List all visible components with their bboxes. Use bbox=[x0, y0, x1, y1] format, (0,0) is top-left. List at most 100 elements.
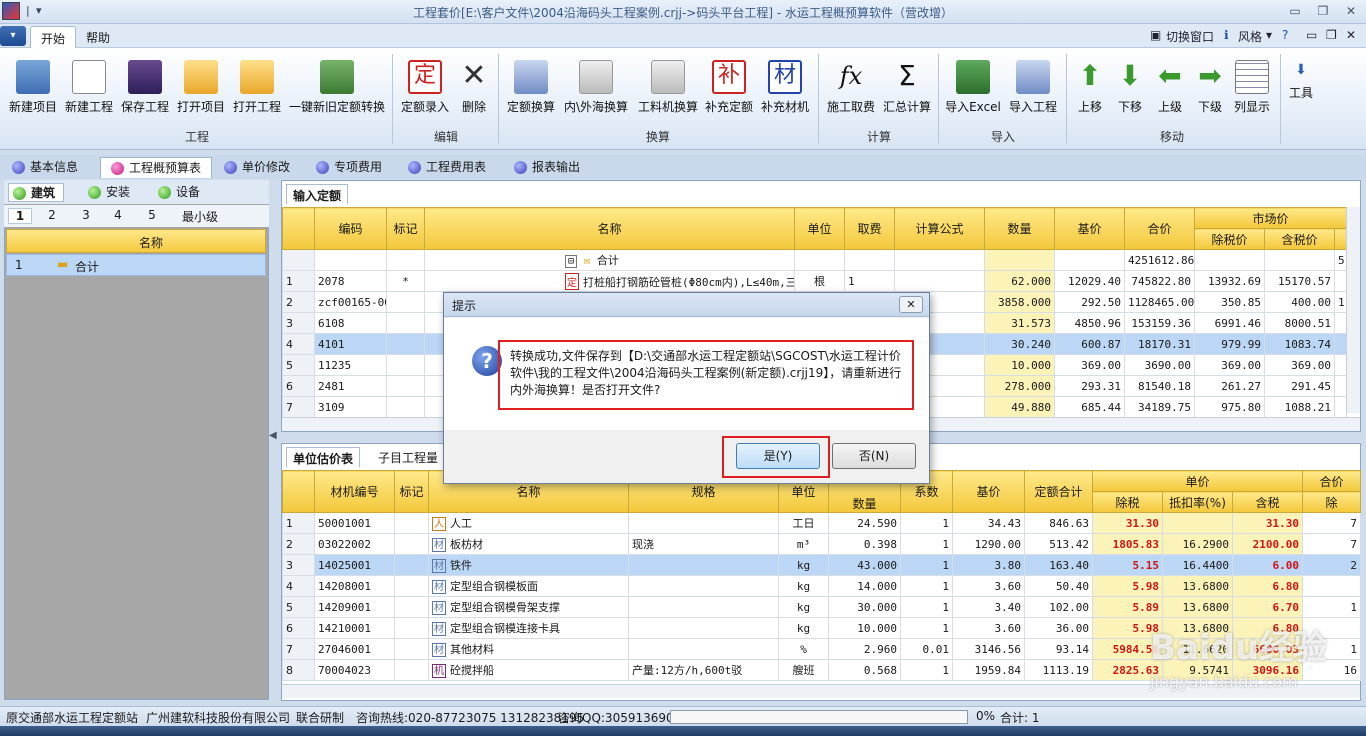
table-row[interactable]: 12078*定打桩船打钢筋砼管桩(Φ80cm内),L≤40m,三级土根162.0… bbox=[282, 270, 1348, 292]
tab-building[interactable]: 建筑 bbox=[8, 183, 65, 202]
quota-conversion-button[interactable]: 定额换算 bbox=[504, 52, 558, 122]
level-min[interactable]: 最小级 bbox=[176, 208, 224, 225]
col-mark[interactable]: 标记 bbox=[394, 470, 429, 513]
level-1[interactable]: 1 bbox=[8, 208, 32, 224]
tab-sub-quantity[interactable]: 子目工程量 bbox=[372, 447, 444, 467]
corner-cell[interactable] bbox=[282, 470, 315, 513]
close-window-button[interactable]: ✕ bbox=[1338, 2, 1364, 20]
table-row[interactable]: 2 03022002 材板枋材 现浇 m³ 0.398 1 1290.00 513.42 1805… bbox=[282, 533, 1362, 555]
move-down-button[interactable]: ⬇ 下移 bbox=[1110, 52, 1150, 122]
col-price-incl-tax[interactable]: 含税价 bbox=[1264, 228, 1335, 250]
tab-report-output[interactable]: 报表输出 bbox=[504, 157, 590, 178]
group-label-move: 移动 bbox=[1159, 130, 1184, 144]
col-incl-tax[interactable]: 含税 bbox=[1231, 491, 1304, 513]
col-formula[interactable]: 计算公式 bbox=[894, 207, 985, 250]
material-conversion-button[interactable]: 工料机换算 bbox=[634, 52, 702, 122]
vertical-scrollbar[interactable] bbox=[1346, 207, 1360, 413]
tab-special-fees[interactable]: 专项费用 bbox=[306, 157, 392, 178]
minimize-button[interactable]: ▭ bbox=[1282, 2, 1308, 20]
tab-budget-table[interactable]: 工程概预算表 bbox=[100, 157, 213, 178]
col-base-price[interactable]: 基价 bbox=[952, 470, 1025, 513]
column-display-button[interactable]: 列显示 bbox=[1230, 52, 1274, 122]
table-row[interactable]: 5 14209001 材定型组合钢模骨架支撑 kg 30.000 1 3.40 102.00 5… bbox=[282, 596, 1362, 618]
move-up-button[interactable]: ⬆ 上移 bbox=[1070, 52, 1110, 122]
switch-window-icon[interactable]: ▣ bbox=[1150, 28, 1161, 42]
col-name[interactable]: 名称 bbox=[424, 207, 795, 250]
switch-window-button[interactable]: 切换窗口 bbox=[1166, 28, 1214, 45]
table-row[interactable]: 4 14208001 材定型组合钢模板面 kg 14.000 1 3.60 50.40 5.98… bbox=[282, 575, 1362, 597]
col-sum[interactable]: 合价 bbox=[1302, 470, 1362, 492]
col-sum-excl[interactable]: 除 bbox=[1302, 491, 1362, 513]
ribbon-restore-icon[interactable]: ❐ bbox=[1326, 28, 1337, 42]
col-code[interactable]: 编码 bbox=[314, 207, 387, 250]
quota-input-button[interactable]: 定定额录入 bbox=[398, 52, 452, 122]
new-project-button[interactable]: 新建项目 bbox=[6, 52, 60, 122]
col-qty[interactable]: 数量 bbox=[984, 207, 1055, 250]
delete-button[interactable]: ✕ 删除 bbox=[454, 52, 494, 122]
col-quota-total[interactable]: 定额合计 bbox=[1024, 470, 1093, 513]
chevron-down-icon[interactable]: ▾ bbox=[1266, 28, 1272, 42]
tab-equipment[interactable]: 设备 bbox=[154, 183, 208, 202]
new-engineering-button[interactable]: 新建工程 bbox=[62, 52, 116, 122]
style-menu[interactable]: 风格 bbox=[1238, 28, 1262, 45]
info-icon[interactable]: ℹ bbox=[1224, 28, 1229, 42]
cell-qty: 10.000 bbox=[828, 617, 901, 639]
help-button[interactable]: ? bbox=[1282, 28, 1288, 42]
col-base-price[interactable]: 基价 bbox=[1054, 207, 1125, 250]
table-row-total[interactable]: ⊟ ✉ 合计 4251612.86 5 bbox=[282, 249, 1348, 271]
collapse-icon[interactable]: ⊟ bbox=[565, 255, 578, 268]
construction-fee-button[interactable]: fx 施工取费 bbox=[824, 52, 878, 122]
ribbon-close-icon[interactable]: ✕ bbox=[1346, 28, 1356, 42]
summary-calc-button[interactable]: Σ 汇总计算 bbox=[880, 52, 934, 122]
level-up-button[interactable]: ⬅ 上级 bbox=[1150, 52, 1190, 122]
convert-quota-button[interactable]: 一键新旧定额转换 bbox=[286, 52, 388, 122]
app-menu-button[interactable]: ▾ bbox=[0, 26, 26, 46]
level-3[interactable]: 3 bbox=[74, 208, 98, 222]
level-4[interactable]: 4 bbox=[106, 208, 130, 222]
col-deduct-rate[interactable]: 抵扣率(%) bbox=[1162, 491, 1233, 513]
import-engineering-button[interactable]: 导入工程 bbox=[1004, 52, 1062, 122]
col-price-excl-tax[interactable]: 除税价 bbox=[1194, 228, 1265, 250]
dialog-close-button[interactable]: ✕ bbox=[899, 296, 923, 313]
save-engineering-button[interactable]: 保存工程 bbox=[118, 52, 172, 122]
yes-button[interactable]: 是(Y) bbox=[736, 443, 820, 469]
corner-cell[interactable] bbox=[282, 207, 315, 250]
table-row[interactable]: 3 14025001 材铁件 kg 43.000 1 3.80 163.40 5.15 16.44… bbox=[282, 554, 1362, 576]
tree-row[interactable]: 1 ▬ 合计 bbox=[6, 254, 266, 276]
col-fee[interactable]: 取费 bbox=[844, 207, 895, 250]
tools-button[interactable]: ⬇ 工具 bbox=[1286, 52, 1316, 122]
level-5[interactable]: 5 bbox=[140, 208, 164, 222]
tab-basic-info[interactable]: 基本信息 bbox=[2, 157, 88, 178]
tab-install[interactable]: 安装 bbox=[84, 183, 138, 202]
no-button[interactable]: 否(N) bbox=[832, 443, 916, 469]
category-tabs: 建筑 安装 设备 bbox=[4, 180, 269, 204]
cell-mark bbox=[394, 554, 429, 576]
col-market-price[interactable]: 市场价 bbox=[1193, 207, 1348, 229]
supplement-quota-button[interactable]: 补补充定额 bbox=[702, 52, 756, 122]
inner-outer-sea-button[interactable]: 内\外海换算 bbox=[560, 52, 632, 122]
table-row[interactable]: 1 50001001 人人工 工日 24.590 1 34.43 846.63 31.30 31.… bbox=[282, 512, 1362, 534]
col-mark[interactable]: 标记 bbox=[386, 207, 425, 250]
tab-help[interactable]: 帮助 bbox=[76, 26, 120, 48]
supplement-material-button[interactable]: 材补充材机 bbox=[758, 52, 812, 122]
row-number: 4 bbox=[282, 333, 315, 355]
open-engineering-button[interactable]: 打开工程 bbox=[230, 52, 284, 122]
tab-start[interactable]: 开始 bbox=[30, 26, 77, 48]
col-total[interactable]: 合价 bbox=[1124, 207, 1195, 250]
tab-cost-table[interactable]: 工程费用表 bbox=[398, 157, 496, 178]
col-unit[interactable]: 单位 bbox=[794, 207, 845, 250]
tab-input-quota[interactable]: 输入定额 bbox=[286, 184, 349, 204]
level-2[interactable]: 2 bbox=[40, 208, 64, 222]
tab-unit-price[interactable]: 单价修改 bbox=[214, 157, 300, 178]
type-tag-icon: 材 bbox=[432, 538, 446, 552]
tab-unit-valuation[interactable]: 单位估价表 bbox=[286, 447, 361, 467]
import-excel-button[interactable]: 导入Excel bbox=[944, 52, 1002, 122]
maximize-button[interactable]: ❐ bbox=[1310, 2, 1336, 20]
open-project-button[interactable]: 打开项目 bbox=[174, 52, 228, 122]
level-down-button[interactable]: ➡ 下级 bbox=[1190, 52, 1230, 122]
ribbon-minimize-icon[interactable]: ▭ bbox=[1306, 28, 1317, 42]
col-unit-price[interactable]: 单价 bbox=[1091, 470, 1304, 492]
col-material-code[interactable]: 材机编号 bbox=[314, 470, 395, 513]
col-excl-tax[interactable]: 除税 bbox=[1092, 491, 1163, 513]
splitter-handle[interactable]: ◀ bbox=[269, 430, 279, 450]
